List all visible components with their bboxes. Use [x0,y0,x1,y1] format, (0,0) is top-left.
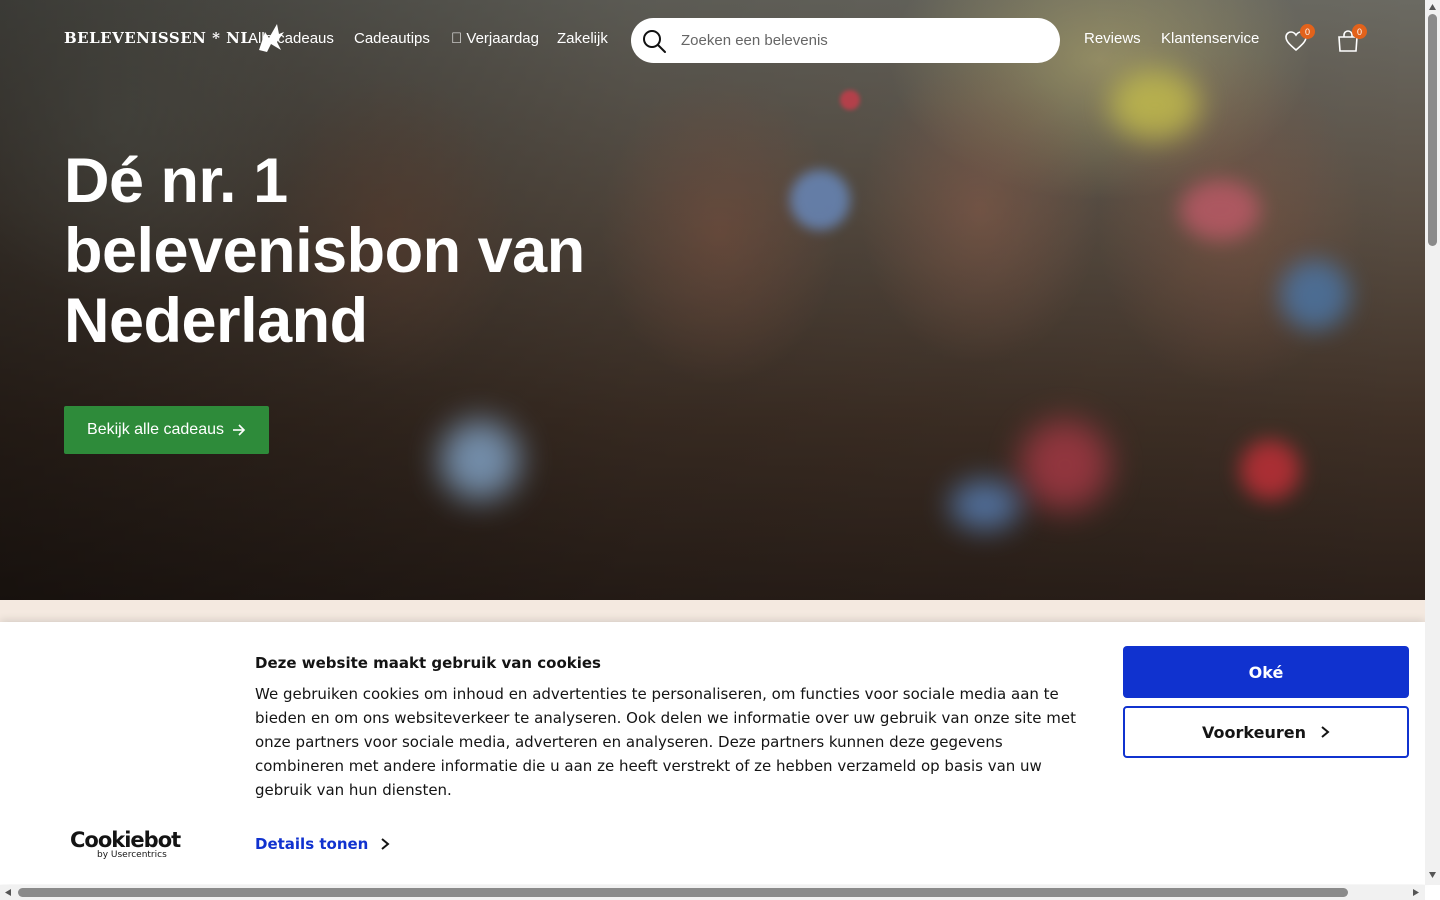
scroll-up-arrow-icon[interactable] [1428,3,1437,11]
cookie-banner: Cookiebot by Usercentrics Deze website m… [0,622,1425,884]
confetti [790,170,850,230]
vertical-scrollbar[interactable] [1425,0,1440,885]
confetti [1110,70,1200,140]
logo-text: BELEVENISSEN * NL [64,29,252,47]
scroll-down-arrow-icon[interactable] [1428,871,1437,879]
scroll-right-arrow-icon[interactable] [1412,888,1420,897]
wishlist-button[interactable]: 0 [1283,24,1315,54]
details-label: Details tonen [255,835,369,853]
search-input[interactable] [681,32,1041,49]
cookie-description: We gebruiken cookies om inhoud en advert… [255,685,1076,799]
horizontal-scrollbar-thumb[interactable] [18,888,1348,897]
nav-zakelijk[interactable]: Zakelijk [557,30,608,47]
confetti [840,90,860,110]
nav-reviews[interactable]: Reviews [1084,30,1141,47]
nav-klantenservice[interactable]: Klantenservice [1161,30,1259,47]
chevron-right-icon [1321,726,1330,738]
cart-button[interactable]: 0 [1335,24,1367,54]
nav-cadeautips[interactable]: Cadeautips [354,30,430,47]
cta-label: Bekijk alle cadeaus [87,421,224,438]
cookie-title: Deze website maakt gebruik van cookies [255,654,601,672]
cookiebot-brand: Cookiebot [70,828,181,852]
view-all-gifts-button[interactable]: Bekijk alle cadeaus [64,406,269,454]
cart-count-badge: 0 [1352,24,1367,39]
cookie-preferences-button[interactable]: Voorkeuren [1123,706,1409,758]
wishlist-count-badge: 0 [1300,24,1315,39]
cookiebot-logo: Cookiebot by Usercentrics [70,828,181,860]
nav-verjaardag[interactable]:  Verjaardag [451,30,539,47]
search-bar [631,18,1060,63]
vertical-scrollbar-thumb[interactable] [1428,14,1437,246]
confetti [950,480,1020,530]
confetti [1180,180,1260,240]
arrow-right-icon [232,424,246,436]
confetti [1280,260,1350,330]
horizontal-scrollbar[interactable] [0,885,1425,900]
accept-cookies-button[interactable]: Oké [1123,646,1409,698]
preferences-label: Voorkeuren [1202,722,1306,742]
site-header: BELEVENISSEN * NL Alle cadeaus Cadeautip… [0,0,1425,80]
confetti [440,420,520,500]
confetti [1240,440,1300,500]
show-details-link[interactable]: Details tonen [255,835,390,853]
scroll-left-arrow-icon[interactable] [4,888,12,897]
nav-alle-cadeaus[interactable]: Alle cadeaus [248,30,334,47]
hero-title: Dé nr. 1 belevenisbon van Nederland [64,146,585,356]
confetti [1020,420,1110,510]
chevron-right-icon [381,838,390,850]
search-icon[interactable] [641,28,667,54]
section-divider [0,600,1425,622]
